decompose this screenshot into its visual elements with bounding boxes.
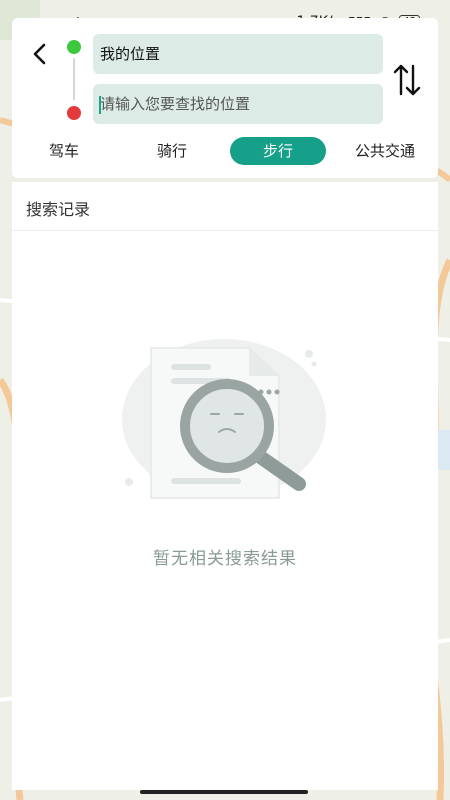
text-caret (99, 96, 101, 114)
from-field[interactable]: 我的位置 (93, 34, 383, 74)
search-empty-illustration (122, 339, 326, 499)
tab-ride[interactable]: 骑行 (140, 137, 204, 165)
start-dot (67, 40, 81, 54)
end-dot (67, 106, 81, 120)
route-line (73, 58, 75, 100)
empty-state-text: 暂无相关搜索结果 (153, 549, 297, 569)
tab-transit[interactable]: 公共交通 (340, 137, 430, 165)
search-history-panel: 搜索记录 暂无相关搜索结果 (12, 182, 438, 790)
route-card: 我的位置 驾车 骑行 步行 公共交通 (12, 18, 438, 178)
travel-mode-tabs: 驾车 骑行 步行 公共交通 (12, 134, 438, 168)
swap-icon[interactable] (393, 62, 421, 98)
route-indicator (67, 40, 81, 120)
history-title: 搜索记录 (26, 200, 91, 219)
divider (12, 230, 438, 231)
destination-input[interactable] (93, 84, 383, 124)
back-arrow-icon[interactable] (28, 42, 52, 66)
tab-walk[interactable]: 步行 (230, 137, 326, 165)
home-indicator[interactable] (140, 790, 308, 794)
tab-drive[interactable]: 驾车 (32, 137, 96, 165)
